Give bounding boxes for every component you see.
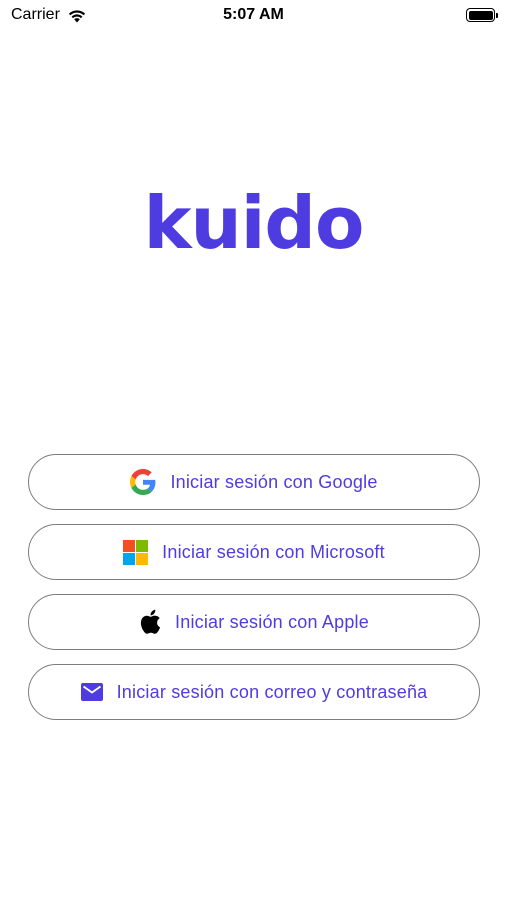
- carrier-label: Carrier: [11, 6, 60, 23]
- sign-in-apple-label: Iniciar sesión con Apple: [175, 611, 369, 632]
- google-icon: [130, 469, 156, 495]
- sign-in-email-button[interactable]: Iniciar sesión con correo y contraseña: [28, 664, 480, 720]
- status-left: Carrier: [11, 6, 87, 24]
- app-logo: kuido: [143, 181, 365, 265]
- sign-in-email-label: Iniciar sesión con correo y contraseña: [116, 681, 428, 702]
- mail-icon: [80, 683, 103, 701]
- sign-in-microsoft-button[interactable]: Iniciar sesión con Microsoft: [28, 524, 480, 580]
- sign-in-microsoft-label: Iniciar sesión con Microsoft: [162, 541, 385, 562]
- wifi-icon: [67, 8, 87, 23]
- sign-in-apple-button[interactable]: Iniciar sesión con Apple: [28, 594, 480, 650]
- apple-icon: [139, 609, 161, 635]
- sign-in-options: Iniciar sesión con Google Iniciar sesión…: [28, 454, 480, 720]
- login-screen: Carrier 5:07 AM kuido Iniciar sesión con…: [0, 0, 507, 900]
- status-bar: Carrier 5:07 AM: [0, 0, 507, 30]
- sign-in-google-label: Iniciar sesión con Google: [170, 471, 378, 492]
- sign-in-google-button[interactable]: Iniciar sesión con Google: [28, 454, 480, 510]
- battery-icon: [466, 8, 498, 22]
- microsoft-icon: [123, 539, 149, 565]
